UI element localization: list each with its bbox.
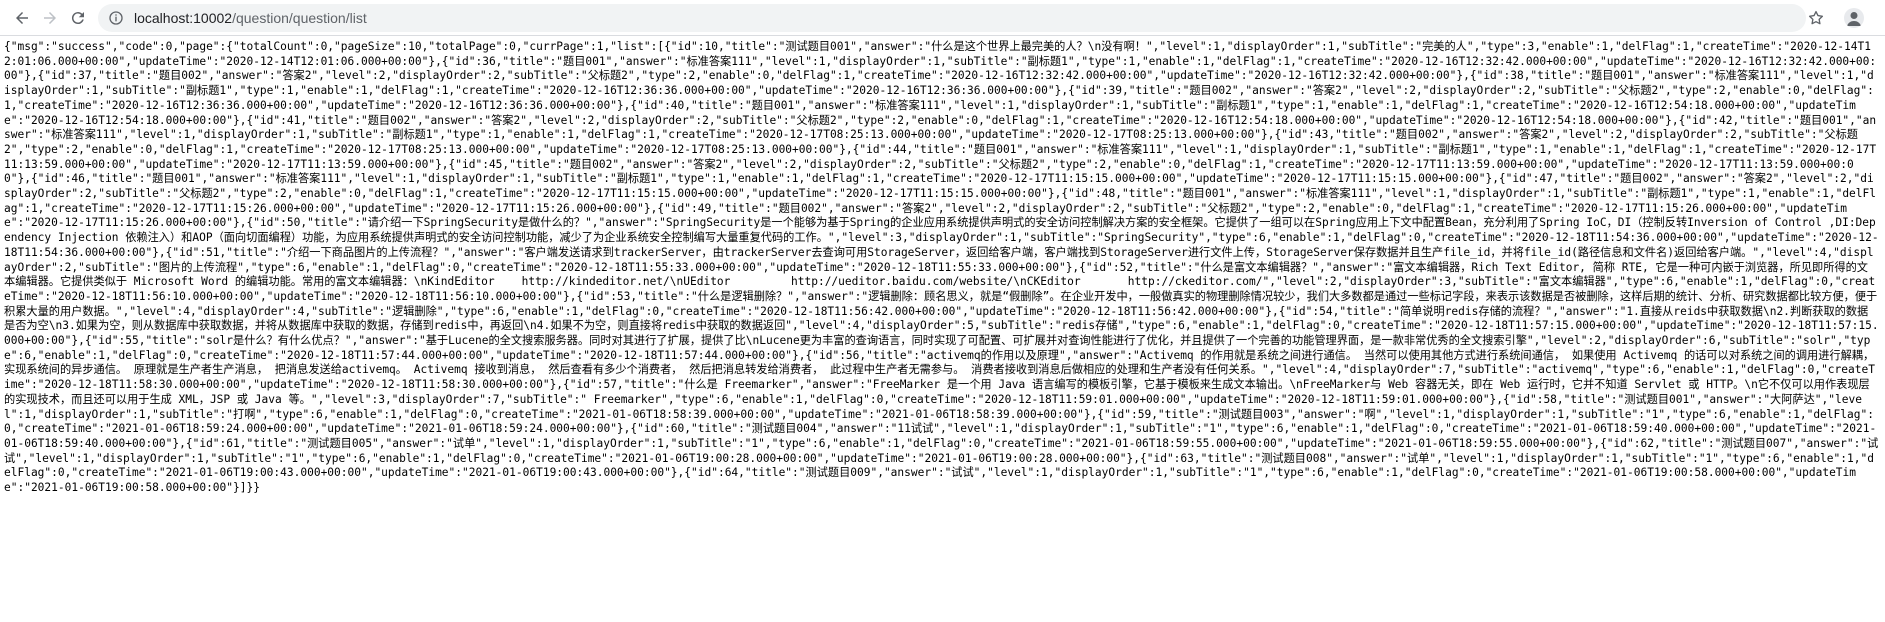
url-host: localhost:10002 xyxy=(134,10,233,26)
forward-arrow-icon xyxy=(44,12,56,24)
forward-button[interactable] xyxy=(38,6,62,30)
url-path: /question/question/list xyxy=(232,10,367,26)
address-bar[interactable]: localhost:10002/question/question/list xyxy=(98,4,1806,32)
back-button[interactable] xyxy=(10,6,34,30)
profile-avatar-icon xyxy=(1847,12,1861,26)
json-response-text: {"msg":"success","code":0,"page":{"total… xyxy=(4,40,1879,495)
browser-toolbar: localhost:10002/question/question/list xyxy=(0,0,1885,36)
back-arrow-icon xyxy=(16,12,28,24)
page-content: {"msg":"success","code":0,"page":{"total… xyxy=(4,40,1879,618)
profile-avatar[interactable] xyxy=(1844,8,1864,28)
info-icon[interactable] xyxy=(108,10,124,26)
star-icon[interactable] xyxy=(1807,9,1825,27)
reload-button[interactable] xyxy=(66,6,90,30)
url-text[interactable]: localhost:10002/question/question/list xyxy=(134,10,367,26)
reload-icon xyxy=(71,12,84,25)
